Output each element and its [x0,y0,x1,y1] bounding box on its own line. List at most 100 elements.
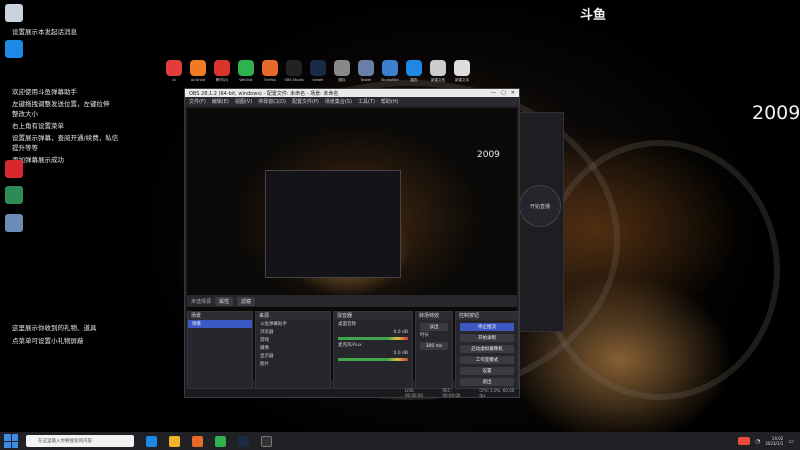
menu-scene-collection[interactable]: 场景集合(S) [325,98,352,105]
settings-button[interactable]: 设置 [460,367,514,375]
desktop-icon-label: Tasker [360,78,372,82]
start-button[interactable] [4,434,18,448]
duration-field[interactable]: 300 ms [420,342,448,350]
mixer-dock: 混音器 桌面音频 0.0 dB 麦克风/Aux 0.0 dB [333,311,413,389]
app-icon [238,60,254,76]
sources-title: 来源 [256,312,330,320]
desktop-icon-label: 酷狗 [410,78,418,82]
controls-title: 控制按钮 [456,312,518,320]
obs-icon[interactable] [261,435,272,447]
desktop-icon-label: OBS Studio [284,78,304,82]
app-icon [334,60,350,76]
desktop-icon-label: 腾讯QQ [215,78,229,82]
menu-tools[interactable]: 工具(T) [358,98,375,105]
studio-mode-button[interactable]: 工作室模式 [460,356,514,364]
cpu-status: CPU: 5.0%, 60.00 fps [479,388,515,398]
panel-footer-line: 点菜单可设置小礼物屏蔽 [12,337,84,345]
source-item[interactable]: 浏览器 [256,328,330,336]
controls-dock: 控制按钮 停止推流 开始录制 启动虚拟摄像机 工作室模式 设置 退出 [455,311,519,389]
panel-line: 右上角有设置菜单 [12,122,64,130]
edge-icon[interactable] [5,40,23,58]
panel-title: 设置展示本发起话消息 [12,28,77,36]
desktop-icon-label: StudioMini [380,78,400,82]
menu-profile[interactable]: 配置文件(P) [292,98,319,105]
panel-line: 整改大小 [12,110,38,118]
clock-date: 2023/1/1 [765,441,784,446]
source-toolbar: 未选择源 属性 滤镜 [187,295,517,307]
preview-number: 2009 [477,150,500,160]
obs-menubar: 文件(F) 编辑(E) 视图(V) 停靠窗口(D) 配置文件(P) 场景集合(S… [185,97,519,106]
start-live-button[interactable]: 开始直播 [519,185,561,227]
app-icon [262,60,278,76]
mixer-channel-level: 0.0 dB [393,329,408,335]
app-icon [310,60,326,76]
rec-status: REC: 00:00:00 [442,388,461,398]
app-icon [190,60,206,76]
live-status: LIVE: 00:00:00 [405,388,423,398]
app-icon[interactable] [5,186,23,204]
source-item[interactable]: 图片 [256,360,330,368]
desktop-app-icon[interactable]: Ai [165,60,183,94]
obs-window[interactable]: OBS 28.1.2 (64-bit, windows) - 配置文件: 未命名… [184,88,520,398]
panel-line: 提升等等 [12,144,38,152]
no-source-label: 未选择源 [191,298,212,305]
menu-view[interactable]: 视图(V) [235,98,252,105]
stream-number-overlay: 2009 [752,102,800,124]
mixer-title: 混音器 [334,312,412,320]
scenes-dock: 场景 场景 [187,311,253,389]
duration-label: 时长 [420,333,429,338]
taskbar: 在这里输入你要搜索的内容 ◔ 14:02 2023/1/1 ▭ [0,432,800,450]
menu-docks[interactable]: 停靠窗口(D) [258,98,286,105]
volume-meter [338,337,408,340]
source-item[interactable]: 显示器 [256,352,330,360]
app-icon[interactable] [5,214,23,232]
streaming-side-panel[interactable]: 开始直播 [514,112,564,332]
menu-help[interactable]: 帮助(H) [381,98,399,105]
obs-title: OBS 28.1.2 (64-bit, windows) - 配置文件: 未命名… [189,90,339,97]
transition-select[interactable]: 淡出 [420,323,448,331]
source-item[interactable]: 斗鱼弹幕助手 [256,320,330,328]
wechat-icon[interactable] [215,435,226,447]
panel-line: 设置展示弹幕，查阅开通/续费，私信 [12,134,119,142]
menu-edit[interactable]: 编辑(E) [212,98,229,105]
virtual-camera-button[interactable]: 启动虚拟摄像机 [460,345,514,353]
recycle-bin-icon[interactable] [5,4,23,22]
properties-button[interactable]: 属性 [215,296,234,306]
transitions-title: 转场特效 [416,312,452,320]
stop-streaming-button[interactable]: 停止推流 [460,323,514,331]
scene-item[interactable]: 场景 [188,320,252,328]
start-recording-button[interactable]: 开始录制 [460,334,514,342]
scenes-title: 场景 [188,312,252,320]
edge-icon[interactable] [146,435,157,447]
source-item[interactable]: 游戏 [256,336,330,344]
system-tray: ◔ 14:02 2023/1/1 ▭ [738,436,800,446]
menu-file[interactable]: 文件(F) [189,98,206,105]
notification-icon[interactable]: ▭ [788,438,794,445]
taskbar-search-input[interactable]: 在这里输入你要搜索的内容 [26,435,134,447]
nested-preview [265,170,401,278]
panel-line: 左键拖拽调整发送位置，左键拉伸 [12,100,110,108]
stream-brand-logo: 斗鱼 [580,8,607,23]
app-icon [358,60,374,76]
steam-icon[interactable] [238,435,249,447]
exit-button[interactable]: 退出 [460,378,514,386]
network-icon[interactable]: ◔ [755,438,760,445]
minimize-icon[interactable]: — [491,90,496,96]
file-explorer-icon[interactable] [169,435,180,447]
douyu-tray-icon[interactable] [738,437,751,445]
close-icon[interactable]: ✕ [511,90,515,96]
source-item[interactable]: 摄像 [256,344,330,352]
filters-button[interactable]: 滤镜 [237,296,256,306]
app-icon [214,60,230,76]
desktop-icon-label: 图标 [338,78,346,82]
app-icon[interactable] [5,160,23,178]
obs-titlebar[interactable]: OBS 28.1.2 (64-bit, windows) - 配置文件: 未命名… [185,89,519,97]
panel-footer-line: 这里展示你收到的礼物、道具 [12,324,97,332]
obs-statusbar: LIVE: 00:00:00 REC: 00:00:00 CPU: 5.0%, … [185,388,519,398]
app-icon [286,60,302,76]
danmaku-helper-panel[interactable]: 设置展示本发起话消息 欢迎使用斗鱼弹幕助手 左键拖拽调整发送位置，左键拉伸 整改… [0,0,120,420]
firefox-icon[interactable] [192,435,203,447]
maximize-icon[interactable]: ▢ [501,90,506,96]
desktop-icon-label: steam [312,78,324,82]
clock[interactable]: 14:02 2023/1/1 [765,436,783,446]
